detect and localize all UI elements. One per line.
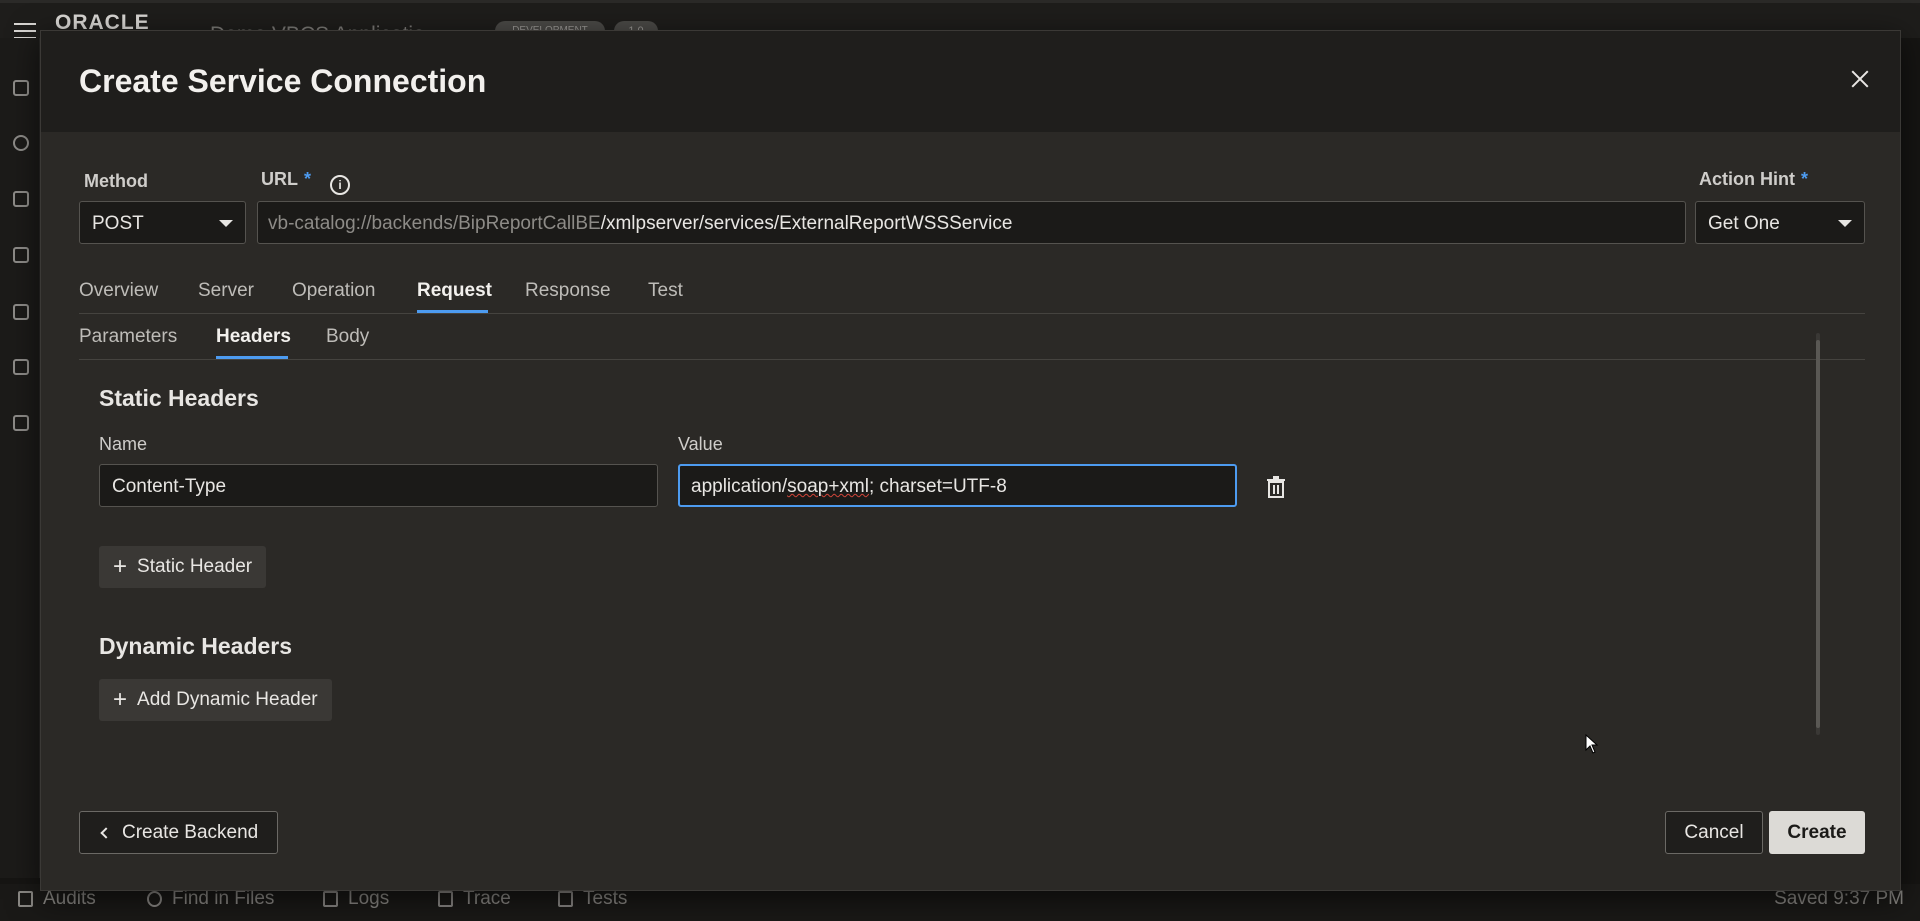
method-label: Method <box>84 171 148 191</box>
find-in-files-label: Find in Files <box>172 888 275 909</box>
dialog-header: Create Service Connection <box>41 31 1900 132</box>
audits-label: Audits <box>43 888 96 909</box>
header-value-misspelled: soap+xml <box>787 476 869 497</box>
info-icon[interactable]: i <box>330 175 350 195</box>
add-dynamic-header-label: Add Dynamic Header <box>137 689 318 710</box>
menu-icon[interactable] <box>14 23 36 39</box>
services-icon[interactable] <box>13 135 29 151</box>
cancel-label: Cancel <box>1684 821 1744 843</box>
left-navigator <box>0 38 40 878</box>
tab-response[interactable]: Response <box>525 280 611 302</box>
web-apps-icon[interactable] <box>13 80 29 96</box>
url-input[interactable]: vb-catalog://backends/BipReportCallBE/xm… <box>257 201 1686 244</box>
close-icon[interactable] <box>1848 67 1872 91</box>
add-dynamic-header-button[interactable]: + Add Dynamic Header <box>99 679 332 721</box>
header-value-pre: application/ <box>691 476 788 497</box>
audits-icon <box>18 891 33 907</box>
chevron-left-icon <box>100 826 112 839</box>
plus-icon: + <box>113 553 128 580</box>
action-hint-select[interactable]: Get One <box>1695 201 1865 244</box>
tests-tab[interactable]: Tests <box>558 888 627 910</box>
add-static-header-label: Static Header <box>137 556 253 577</box>
action-hint-value: Get One <box>1708 213 1780 234</box>
business-objects-icon[interactable] <box>13 191 29 207</box>
search-icon <box>147 891 162 907</box>
logs-label: Logs <box>348 888 390 909</box>
tab-test[interactable]: Test <box>648 280 683 302</box>
name-column-label: Name <box>99 434 148 454</box>
flask-icon <box>558 891 573 907</box>
tab-server[interactable]: Server <box>198 280 254 302</box>
audits-tab[interactable]: Audits <box>18 888 96 910</box>
create-backend-label: Create Backend <box>122 821 259 843</box>
tests-label: Tests <box>583 888 628 909</box>
method-value: POST <box>92 213 144 234</box>
logs-tab[interactable]: Logs <box>323 888 389 910</box>
header-name-input[interactable]: Content-Type <box>99 464 658 507</box>
tab-request[interactable]: Request <box>417 280 492 302</box>
action-hint-label-text: Action Hint <box>1699 169 1795 189</box>
method-select[interactable]: POST <box>79 201 246 244</box>
add-static-header-button[interactable]: + Static Header <box>99 546 267 588</box>
url-label-text: URL <box>261 169 298 189</box>
header-value-post: ; charset=UTF-8 <box>868 476 1007 497</box>
static-headers-title: Static Headers <box>99 385 259 411</box>
plus-icon: + <box>113 686 128 713</box>
create-backend-button[interactable]: Create Backend <box>79 811 278 854</box>
url-prefix: vb-catalog://backends/BipReportCallBE <box>268 213 601 234</box>
logs-icon <box>323 891 338 907</box>
value-column-label: Value <box>678 434 723 454</box>
layouts-icon[interactable] <box>13 359 29 375</box>
chevron-down-icon <box>1838 220 1852 227</box>
resources-icon[interactable] <box>13 415 29 431</box>
required-icon: * <box>304 169 312 189</box>
scrollbar-thumb[interactable] <box>1816 340 1820 728</box>
subtab-parameters[interactable]: Parameters <box>79 326 177 348</box>
subtab-headers[interactable]: Headers <box>216 326 291 348</box>
chevron-down-icon <box>219 220 233 227</box>
required-icon: * <box>1801 169 1809 189</box>
trace-tab[interactable]: Trace <box>438 888 511 910</box>
find-in-files-tab[interactable]: Find in Files <box>147 888 274 910</box>
url-label: URL * <box>261 169 311 190</box>
dialog-title: Create Service Connection <box>79 63 487 99</box>
components-icon[interactable] <box>13 304 29 320</box>
tab-overview[interactable]: Overview <box>79 280 158 302</box>
subtab-body[interactable]: Body <box>326 326 369 348</box>
saved-status: Saved 9:37 PM <box>1774 888 1904 909</box>
create-label: Create <box>1787 821 1847 843</box>
tab-operation[interactable]: Operation <box>292 280 375 302</box>
url-path: /xmlpserver/services/ExternalReportWSSSe… <box>600 213 1013 234</box>
trash-icon[interactable] <box>1266 476 1286 498</box>
dynamic-headers-title: Dynamic Headers <box>99 633 293 659</box>
create-button[interactable]: Create <box>1769 811 1865 854</box>
header-name-value: Content-Type <box>112 476 227 497</box>
actions-icon[interactable] <box>13 247 29 263</box>
trace-label: Trace <box>463 888 511 909</box>
tabs-divider <box>79 313 1865 314</box>
action-hint-label: Action Hint * <box>1699 169 1808 190</box>
create-service-connection-dialog: Create Service Connection Method POST UR… <box>40 30 1901 891</box>
trace-icon <box>438 891 453 907</box>
mouse-cursor-icon <box>1585 734 1599 754</box>
cancel-button[interactable]: Cancel <box>1665 811 1763 854</box>
header-value-input[interactable]: application/soap+xml; charset=UTF-8 <box>678 464 1237 507</box>
subtabs-divider <box>79 359 1865 360</box>
